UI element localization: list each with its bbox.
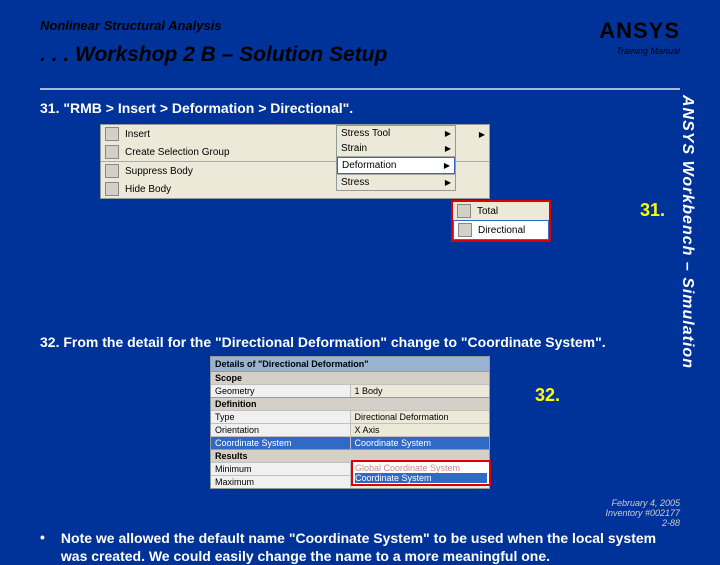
callout-31: 31. bbox=[640, 200, 665, 221]
menu-item-label: Directional bbox=[478, 225, 525, 236]
chevron-right-icon: ▶ bbox=[445, 178, 451, 187]
sidebar-text: ANSYS Workbench – Simulation bbox=[678, 95, 696, 369]
divider bbox=[40, 88, 680, 90]
menu-item-label: Suppress Body bbox=[125, 166, 193, 177]
hide-icon bbox=[105, 182, 119, 196]
menu-item-label: Insert bbox=[125, 129, 150, 140]
group-icon bbox=[105, 145, 119, 159]
submenu-insert[interactable]: Stress Tool ▶ Strain ▶ Deformation ▶ Stress… bbox=[336, 125, 456, 191]
bullet-icon: • bbox=[40, 529, 45, 565]
prop-value: 1 Body bbox=[351, 385, 490, 397]
step-31: 31. "RMB > Insert > Deformation > Direct… bbox=[40, 100, 665, 116]
note: • Note we allowed the default name "Coor… bbox=[40, 529, 665, 565]
details-panel[interactable]: Details of "Directional Deformation" Sco… bbox=[210, 356, 490, 489]
prop-label: Type bbox=[211, 411, 351, 423]
details-title: Details of "Directional Deformation" bbox=[211, 357, 489, 371]
group-definition: Definition bbox=[211, 397, 489, 410]
chevron-right-icon: ▶ bbox=[445, 144, 451, 153]
prop-label: Coordinate System bbox=[211, 437, 351, 449]
footer-date: February 4, 2005 bbox=[605, 498, 680, 508]
logo-subtitle: Training Manual bbox=[599, 46, 680, 56]
logo-text: ANSYS bbox=[599, 18, 680, 44]
chevron-right-icon: ▶ bbox=[445, 129, 451, 138]
footer-page: 2-88 bbox=[605, 518, 680, 528]
course-subtitle: Nonlinear Structural Analysis bbox=[40, 18, 680, 33]
directional-icon bbox=[458, 223, 472, 237]
menu-item-label: Hide Body bbox=[125, 184, 171, 195]
logo: ANSYS Training Manual bbox=[599, 18, 680, 56]
submenu-deformation[interactable]: Total Directional bbox=[451, 200, 551, 242]
menu-item-label: Deformation bbox=[342, 160, 396, 171]
dropdown-option[interactable]: Global Coordinate System bbox=[355, 463, 487, 473]
prop-label: Minimum bbox=[211, 463, 351, 475]
menu-item-label: Stress bbox=[341, 177, 369, 188]
group-scope: Scope bbox=[211, 371, 489, 384]
sidebar: ANSYS Workbench – Simulation bbox=[678, 95, 700, 460]
prop-value: X Axis bbox=[351, 424, 490, 436]
slide-title: . . . Workshop 2 B – Solution Setup bbox=[40, 43, 680, 67]
menu-item-label: Total bbox=[477, 206, 498, 217]
footer: February 4, 2005 Inventory #002177 2-88 bbox=[605, 498, 680, 528]
prop-label: Maximum bbox=[211, 476, 351, 488]
prop-value: Directional Deformation bbox=[351, 411, 490, 423]
insert-icon bbox=[105, 127, 119, 141]
callout-32: 32. bbox=[535, 385, 560, 406]
menu-item-label: Create Selection Group bbox=[125, 147, 230, 158]
coord-dropdown[interactable]: Global Coordinate System Coordinate Syst… bbox=[351, 460, 491, 486]
chevron-right-icon: ▶ bbox=[444, 161, 450, 170]
step-32: 32. From the detail for the "Directional… bbox=[40, 334, 665, 350]
suppress-icon bbox=[105, 164, 119, 178]
dropdown-option[interactable]: Coordinate System bbox=[355, 473, 487, 483]
context-menu[interactable]: Insert ▶ Create Selection Group Suppress … bbox=[100, 124, 490, 199]
prop-value[interactable]: Coordinate System bbox=[351, 437, 490, 449]
footer-inventory: Inventory #002177 bbox=[605, 508, 680, 518]
prop-label: Geometry bbox=[211, 385, 351, 397]
chevron-right-icon: ▶ bbox=[479, 130, 485, 139]
total-icon bbox=[457, 204, 471, 218]
menu-item-label: Stress Tool bbox=[341, 128, 390, 139]
prop-label: Orientation bbox=[211, 424, 351, 436]
menu-item-label: Strain bbox=[341, 143, 367, 154]
note-text: Note we allowed the default name "Coordi… bbox=[61, 529, 665, 565]
